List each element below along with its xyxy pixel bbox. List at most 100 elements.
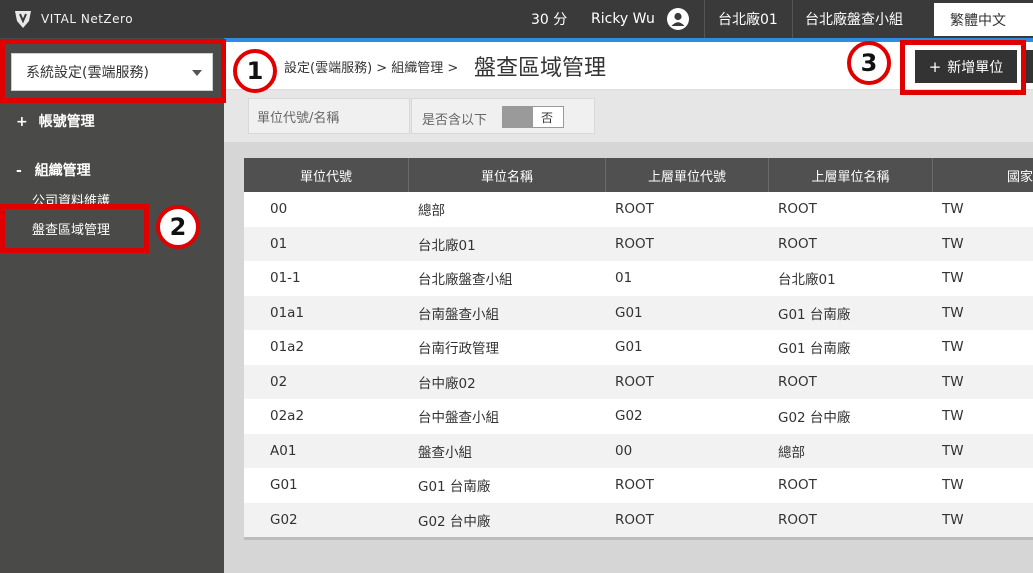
table-cell: TW xyxy=(942,304,964,321)
sidebar-item-account-management[interactable]: + 帳號管理 xyxy=(16,111,95,131)
column-header[interactable]: 單位名稱 xyxy=(409,158,606,192)
sidebar-item-company-info[interactable]: 公司資料維護 xyxy=(32,190,110,209)
table-cell: ROOT xyxy=(778,477,817,494)
callout-badge-2: 2 xyxy=(156,205,200,249)
table-cell: 00 xyxy=(615,442,633,459)
table-cell: 00 xyxy=(270,201,288,218)
include-below-toggle[interactable]: 否 xyxy=(502,106,564,128)
table-cell: 盤查小組 xyxy=(418,444,472,461)
column-header[interactable]: 國家代碼 xyxy=(933,158,1033,192)
table-cell: 總部 xyxy=(418,203,445,220)
table-cell: 台中廠02 xyxy=(418,375,476,392)
language-selector[interactable]: 繁體中文 xyxy=(934,3,1033,36)
sidebar: 系統設定(雲端服務) + 帳號管理 - 組織管理 公司資料維護 盤查區域管理 xyxy=(0,38,224,573)
table-row[interactable]: G01 G01 台南廠 ROOT ROOT TW xyxy=(244,468,1033,503)
top-divider xyxy=(704,0,705,38)
remaining-minutes: 30 分 xyxy=(531,12,568,28)
toggle-knob xyxy=(503,107,533,127)
unit-search-input[interactable]: 單位代號/名稱 xyxy=(248,98,410,134)
module-select-value: 系統設定(雲端服務) xyxy=(26,65,149,81)
table-cell: ROOT xyxy=(615,511,654,528)
table-cell: ROOT xyxy=(615,235,654,252)
sidebar-item-org-management[interactable]: - 組織管理 xyxy=(16,160,91,180)
table-row[interactable]: 02a2 台中盤查小組 G02 G02 台中廠 TW xyxy=(244,399,1033,434)
top-bar: VITAL NetZero 30 分 Ricky Wu 台北廠01 台北廠盤查小… xyxy=(0,0,1033,38)
table-cell: 01 xyxy=(615,270,633,287)
expand-icon: + xyxy=(16,114,28,130)
table-cell: TW xyxy=(942,373,964,390)
table-cell: G01 台南廠 xyxy=(778,341,851,358)
table-cell: 01-1 xyxy=(270,270,301,287)
table-cell: 台南盤查小組 xyxy=(418,306,499,323)
table-cell: 台中盤查小組 xyxy=(418,410,499,427)
table-cell: 台北廠盤查小組 xyxy=(418,272,513,289)
table-row[interactable]: 02 台中廠02 ROOT ROOT TW xyxy=(244,364,1033,399)
table-cell: ROOT xyxy=(615,477,654,494)
table-cell: TW xyxy=(942,477,964,494)
table-row[interactable]: 01a1 台南盤查小組 G01 G01 台南廠 TW xyxy=(244,295,1033,330)
factory-selector[interactable]: 台北廠01 xyxy=(718,0,778,38)
column-header[interactable]: 單位代號 xyxy=(244,158,409,192)
logo[interactable]: VITAL NetZero xyxy=(12,7,133,31)
table-cell: ROOT xyxy=(778,201,817,218)
table-cell: 台北廠01 xyxy=(778,272,836,289)
logo-shield-icon xyxy=(15,11,31,28)
table-cell: TW xyxy=(942,511,964,528)
page-header: 設定(雲端服務) > 組織管理 > 盤查區域管理 + 新增單位 xyxy=(224,42,1033,90)
collapse-icon: - xyxy=(16,163,22,179)
column-header[interactable]: 上層單位名稱 xyxy=(769,158,933,192)
toggle-value: 否 xyxy=(541,111,554,125)
table-cell: TW xyxy=(942,270,964,287)
team-selector[interactable]: 台北廠盤查小組 xyxy=(805,0,903,38)
add-unit-label: 新增單位 xyxy=(947,59,1004,76)
table-cell: G02 xyxy=(270,511,298,528)
caret-down-icon xyxy=(192,70,202,76)
table-cell: 01a2 xyxy=(270,339,305,356)
column-header[interactable]: 上層單位代號 xyxy=(606,158,769,192)
table-row[interactable]: A01 盤查小組 00 總部 TW xyxy=(244,433,1033,468)
table-cell: G01 xyxy=(615,304,643,321)
table-cell: ROOT xyxy=(778,511,817,528)
table-cell: 台南行政管理 xyxy=(418,341,499,358)
table-cell: 台北廠01 xyxy=(418,237,476,254)
callout-badge-1: 1 xyxy=(233,49,277,93)
breadcrumb[interactable]: 設定(雲端服務) > 組織管理 > xyxy=(284,57,458,76)
table-cell: ROOT xyxy=(778,235,817,252)
include-below-label: 是否含以下 xyxy=(422,113,488,128)
table-cell: G02 台中廠 xyxy=(778,410,851,427)
user-silhouette-icon xyxy=(671,12,685,26)
table-header: 單位代號 單位名稱 上層單位代號 上層單位名稱 國家代碼 xyxy=(244,158,1033,192)
user-avatar-icon[interactable] xyxy=(666,8,689,30)
table-cell: 02a2 xyxy=(270,408,305,425)
add-unit-button[interactable]: + 新增單位 xyxy=(915,50,1017,83)
table-cell: G02 台中廠 xyxy=(418,513,491,530)
table-row[interactable]: 01-1 台北廠盤查小組 01 台北廠01 TW xyxy=(244,261,1033,296)
table-cell: ROOT xyxy=(778,373,817,390)
table-cell: 01 xyxy=(270,235,288,252)
table-cell: TW xyxy=(942,235,964,252)
table-cell: G01 台南廠 xyxy=(418,479,491,496)
top-divider xyxy=(792,0,793,38)
table-cell: 總部 xyxy=(778,444,805,461)
table-bottom-edge xyxy=(244,537,1033,540)
table-cell: 01a1 xyxy=(270,304,305,321)
table-cell: G01 台南廠 xyxy=(778,306,851,323)
logo-text: VITAL NetZero xyxy=(41,12,134,26)
table-cell: A01 xyxy=(270,442,297,459)
table-row[interactable]: 01 台北廠01 ROOT ROOT TW xyxy=(244,226,1033,261)
table-cell: ROOT xyxy=(615,373,654,390)
table-cell: TW xyxy=(942,339,964,356)
module-select[interactable]: 系統設定(雲端服務) xyxy=(11,53,213,91)
table-cell: TW xyxy=(942,442,964,459)
table-row[interactable]: G02 G02 台中廠 ROOT ROOT TW xyxy=(244,502,1033,537)
table-row[interactable]: 01a2 台南行政管理 G01 G01 台南廠 TW xyxy=(244,330,1033,365)
include-below-filter: 是否含以下 否 xyxy=(411,98,595,134)
app-window: VITAL NetZero 30 分 Ricky Wu 台北廠01 台北廠盤查小… xyxy=(0,0,1033,573)
callout-badge-3: 3 xyxy=(847,41,891,85)
table-row[interactable]: 00 總部 ROOT ROOT TW xyxy=(244,192,1033,227)
user-menu[interactable]: Ricky Wu xyxy=(591,0,689,38)
more-button[interactable] xyxy=(1025,50,1033,83)
sidebar-item-inventory-area[interactable]: 盤查區域管理 xyxy=(32,219,110,238)
table-cell: G01 xyxy=(270,477,298,494)
sidebar-item-label: 帳號管理 xyxy=(38,114,95,130)
